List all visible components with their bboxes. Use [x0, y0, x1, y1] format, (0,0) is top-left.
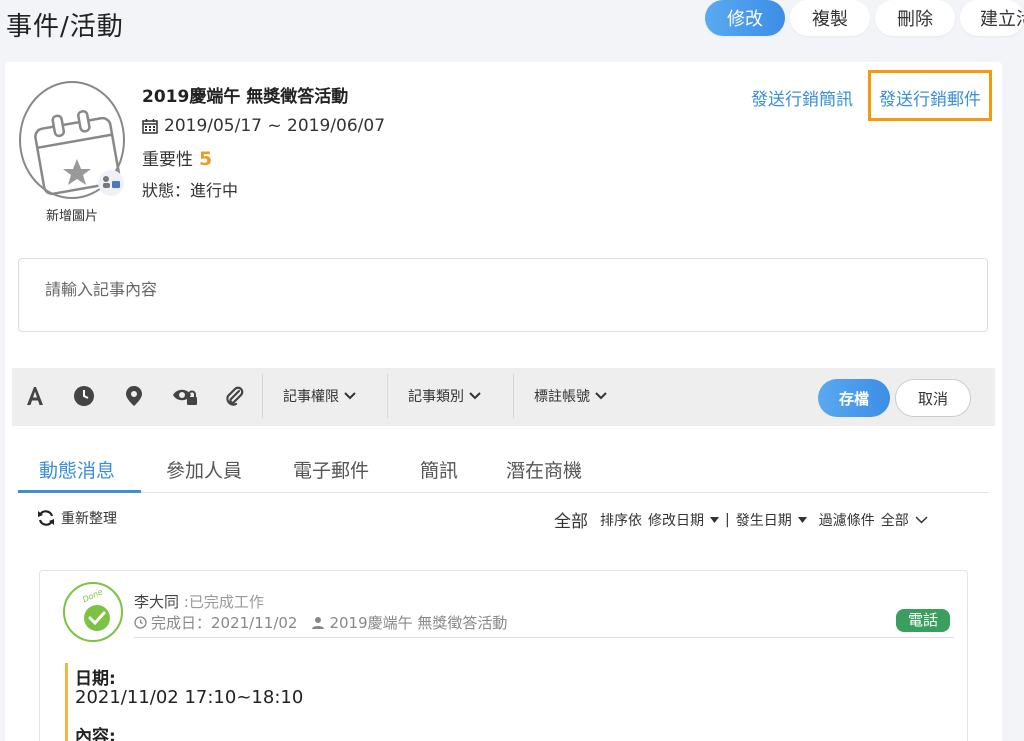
chevron-down-icon [344, 392, 356, 400]
importance-label: 重要性 [142, 150, 193, 170]
refresh-label: 重新整理 [61, 511, 117, 527]
location-pin-icon[interactable] [123, 385, 145, 407]
chevron-down-icon [595, 392, 607, 400]
caret-down-icon [710, 516, 719, 523]
feed-filter-bar: 全部 排序依 修改日期 | 發生日期 過濾條件 全部 [554, 507, 928, 532]
activity-tabs: 動態消息 參加人員 電子郵件 簡訊 潛在商機 [18, 446, 988, 493]
sort-separator: | [725, 511, 730, 528]
tab-participants[interactable]: 參加人員 [166, 456, 242, 483]
chevron-down-icon [915, 515, 928, 524]
tab-news-feed[interactable]: 動態消息 [39, 456, 115, 483]
event-status: 狀態：進行中 [142, 181, 239, 200]
sort-by-label: 排序依 [600, 512, 642, 529]
event-image-upload[interactable] [19, 81, 125, 199]
save-button[interactable]: 存檔 [818, 379, 890, 417]
detail-accent-bar [65, 663, 68, 741]
activity-meta: 完成日：2021/11/02 2019慶端午 無獎徵答活動 [134, 612, 507, 633]
importance-value: 5 [199, 148, 213, 170]
tag-account-label: 標註帳號 [534, 389, 590, 405]
activity-type-badge: 電話 [896, 609, 950, 632]
clock-icon[interactable] [73, 385, 95, 407]
detail-date-value: 2021/11/02 17:10~18:10 [75, 687, 304, 708]
page-title: 事件/活動 [6, 12, 124, 42]
activity-complete-date: 完成日：2021/11/02 [151, 614, 298, 632]
activity-action: :已完成工作 [183, 593, 264, 611]
toolbar-divider [262, 374, 263, 418]
note-input[interactable]: 請輸入記事內容 [18, 258, 988, 332]
activity-user-line: 李大同 :已完成工作 [134, 591, 264, 612]
sort-occurrence-date[interactable]: 發生日期 [736, 510, 792, 530]
font-icon[interactable] [24, 385, 46, 407]
toolbar-divider [387, 374, 388, 418]
tab-email[interactable]: 電子郵件 [293, 456, 369, 483]
note-permission-dropdown[interactable]: 記事權限 [283, 386, 356, 406]
user-icon [312, 616, 325, 629]
note-category-label: 記事類別 [408, 389, 464, 405]
activity-event-ref[interactable]: 2019慶端午 無獎徵答活動 [329, 612, 507, 633]
filter-value[interactable]: 全部 [881, 510, 909, 530]
note-category-dropdown[interactable]: 記事類別 [408, 386, 481, 406]
paperclip-icon[interactable] [223, 385, 245, 407]
active-tab-indicator [18, 490, 141, 493]
chevron-down-icon [469, 392, 481, 400]
detail-date-label: 日期: [75, 669, 116, 689]
caret-down-icon [797, 516, 807, 523]
cancel-button[interactable]: 取消 [895, 379, 971, 417]
event-date-range: 2019/05/17 ~ 2019/06/07 [164, 116, 386, 136]
add-image-caption[interactable]: 新增圖片 [46, 205, 98, 224]
edit-button[interactable]: 修改 [705, 0, 785, 36]
create-activity-button[interactable]: 建立活動 [960, 0, 1024, 36]
copy-button[interactable]: 複製 [790, 0, 870, 36]
done-status-icon: Done [63, 582, 123, 642]
send-marketing-sms-link[interactable]: 發送行銷簡訊 [751, 85, 853, 110]
calendar-star-icon [34, 110, 124, 196]
event-importance: 重要性 5 [142, 145, 212, 170]
right-strip [1004, 62, 1024, 741]
tab-opportunities[interactable]: 潛在商機 [506, 456, 582, 483]
filter-label: 過濾條件 [818, 512, 875, 529]
event-title: 2019慶端午 無獎徵答活動 [142, 87, 349, 107]
activity-user[interactable]: 李大同 [134, 593, 179, 611]
detail-content-label: 內容: [75, 727, 116, 741]
sort-modified-date[interactable]: 修改日期 [648, 510, 704, 530]
filter-all[interactable]: 全部 [554, 507, 588, 532]
calendar-icon [142, 119, 158, 134]
send-marketing-email-link[interactable]: 發送行銷郵件 [868, 70, 992, 121]
tag-account-dropdown[interactable]: 標註帳號 [534, 386, 607, 406]
tab-sms[interactable]: 簡訊 [420, 456, 458, 483]
refresh-button[interactable]: 重新整理 [37, 508, 117, 528]
note-permission-label: 記事權限 [283, 389, 339, 405]
note-toolbar: 記事權限 記事類別 標註帳號 存檔 取消 [12, 368, 995, 426]
refresh-icon [38, 510, 54, 526]
toolbar-divider [513, 374, 514, 418]
visibility-lock-icon[interactable] [172, 385, 198, 407]
activity-divider [134, 637, 954, 638]
clock-icon [134, 616, 147, 629]
delete-button[interactable]: 刪除 [875, 0, 955, 36]
event-date-row: 2019/05/17 ~ 2019/06/07 [142, 116, 385, 136]
done-label: Done [81, 587, 104, 604]
